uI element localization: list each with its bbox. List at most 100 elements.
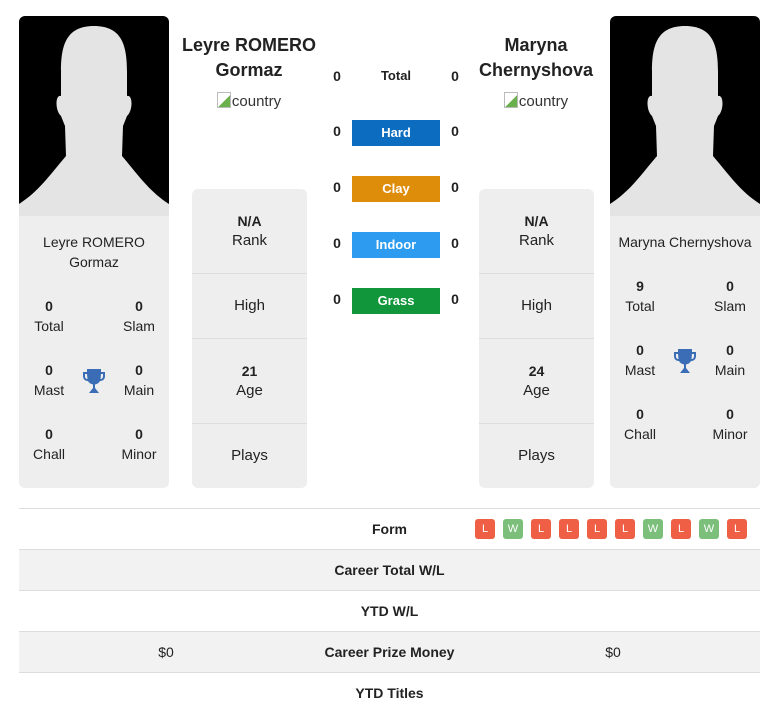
surface-row-total: 0 Total 0: [320, 62, 480, 90]
surface-row-grass: 0 Grass 0: [320, 285, 480, 314]
trophy-icon: [673, 348, 697, 374]
stat-chall: 0 Chall: [610, 404, 670, 444]
form-badge-win[interactable]: W: [643, 519, 663, 539]
p1-count: 0: [333, 68, 341, 84]
form-badge-loss[interactable]: L: [559, 519, 579, 539]
age-label: Age: [523, 382, 550, 399]
player1-info-column: N/A Rank High 21 Age Plays: [192, 189, 307, 488]
plays-cell: Plays: [479, 446, 594, 466]
high-label: High: [521, 297, 552, 314]
age-cell: 24 Age: [479, 361, 594, 401]
p2-count: 0: [451, 123, 459, 139]
ytd-wl-row: YTD W/L: [19, 590, 760, 631]
form-badge-loss[interactable]: L: [475, 519, 495, 539]
name-line: Chernyshova: [478, 60, 594, 80]
stat-value: 0: [45, 298, 53, 314]
divider: [479, 423, 594, 424]
form-badge-loss[interactable]: L: [587, 519, 607, 539]
surface-label: Total: [380, 68, 412, 83]
player1-flag: country: [174, 92, 324, 110]
surface-badge-hard[interactable]: Hard: [352, 120, 440, 146]
broken-image-icon: [216, 92, 231, 108]
form-badges: LWLLLLWLWL: [475, 519, 747, 539]
stat-value: 0: [636, 406, 644, 422]
player2-flag: country: [461, 92, 611, 110]
p1-count: 0: [333, 123, 341, 139]
rank-value: N/A: [524, 213, 549, 229]
p1-count: 0: [333, 179, 341, 195]
form-badge-loss[interactable]: L: [615, 519, 635, 539]
stat-value: 0: [636, 342, 644, 358]
stat-value: 0: [45, 426, 53, 442]
stat-main: 0 Main: [109, 360, 169, 400]
plays-label: Plays: [231, 447, 268, 464]
form-badge-loss[interactable]: L: [531, 519, 551, 539]
stat-mast: 0 Mast: [610, 340, 670, 380]
stat-label: Chall: [624, 426, 656, 442]
name-line: Gormaz: [215, 60, 283, 80]
player2-info-column: N/A Rank High 24 Age Plays: [479, 189, 594, 488]
name-line: Leyre ROMERO: [43, 234, 145, 250]
stat-main: 0 Main: [700, 340, 760, 380]
divider: [192, 423, 307, 424]
stat-label: Total: [34, 318, 64, 334]
stat-mast: 0 Mast: [19, 360, 79, 400]
stat-label: Minor: [121, 446, 157, 462]
p2-count: 0: [451, 291, 459, 307]
player2-card: Maryna Chernyshova 9 Total 0 Slam 0 Mast…: [610, 216, 760, 488]
surface-row-indoor: 0 Indoor 0: [320, 229, 480, 258]
stat-label: Slam: [123, 318, 155, 334]
career-wl-label: Career Total W/L: [334, 562, 445, 578]
stat-value: 0: [726, 406, 734, 422]
stat-value: 0: [726, 278, 734, 294]
form-badge-win[interactable]: W: [503, 519, 523, 539]
name-line: Maryna: [504, 35, 568, 55]
high-cell: High: [192, 296, 307, 316]
divider: [192, 338, 307, 339]
form-badge-loss[interactable]: L: [727, 519, 747, 539]
player2-name[interactable]: Maryna Chernyshova: [461, 33, 611, 83]
p2-count: 0: [451, 235, 459, 251]
ytd-titles-label: YTD Titles: [355, 685, 424, 701]
divider: [192, 273, 307, 274]
form-badge-loss[interactable]: L: [671, 519, 691, 539]
player2-card-name: Maryna Chernyshova: [618, 234, 752, 250]
stat-label: Total: [625, 298, 655, 314]
p2-count: 0: [451, 179, 459, 195]
surface-badge-clay[interactable]: Clay: [352, 176, 440, 202]
stat-value: 0: [135, 298, 143, 314]
stat-minor: 0 Minor: [700, 404, 760, 444]
stat-value: 9: [636, 278, 644, 294]
ytd-titles-row: YTD Titles: [19, 672, 760, 713]
age-value: 21: [241, 363, 258, 379]
stat-slam: 0 Slam: [109, 296, 169, 336]
surface-badge-grass[interactable]: Grass: [352, 288, 440, 314]
high-cell: High: [479, 296, 594, 316]
high-label: High: [234, 297, 265, 314]
rank-cell: N/A Rank: [192, 211, 307, 251]
age-value: 24: [528, 363, 545, 379]
stat-label: Minor: [712, 426, 748, 442]
player2-photo: [610, 16, 760, 216]
stat-slam: 0 Slam: [700, 276, 760, 316]
surface-badge-indoor[interactable]: Indoor: [352, 232, 440, 258]
p1-count: 0: [333, 235, 341, 251]
age-label: Age: [236, 382, 263, 399]
form-badge-win[interactable]: W: [699, 519, 719, 539]
surface-row-hard: 0 Hard 0: [320, 117, 480, 146]
p1-count: 0: [333, 291, 341, 307]
rank-value: N/A: [237, 213, 262, 229]
player1-name[interactable]: Leyre ROMERO Gormaz: [174, 33, 324, 83]
player1-card: Leyre ROMERO Gormaz 0 Total 0 Slam 0 Mas…: [19, 216, 169, 488]
name-line: Gormaz: [69, 254, 119, 270]
age-cell: 21 Age: [192, 361, 307, 401]
stat-value: 0: [45, 362, 53, 378]
stat-chall: 0 Chall: [19, 424, 79, 464]
stat-label: Main: [123, 382, 155, 398]
player2-prize-money: $0: [605, 644, 621, 660]
stat-label: Mast: [624, 362, 656, 378]
silhouette-icon: [19, 26, 169, 216]
form-row: Form LWLLLLWLWL: [19, 508, 760, 549]
plays-cell: Plays: [192, 446, 307, 466]
stat-total: 0 Total: [19, 296, 79, 336]
